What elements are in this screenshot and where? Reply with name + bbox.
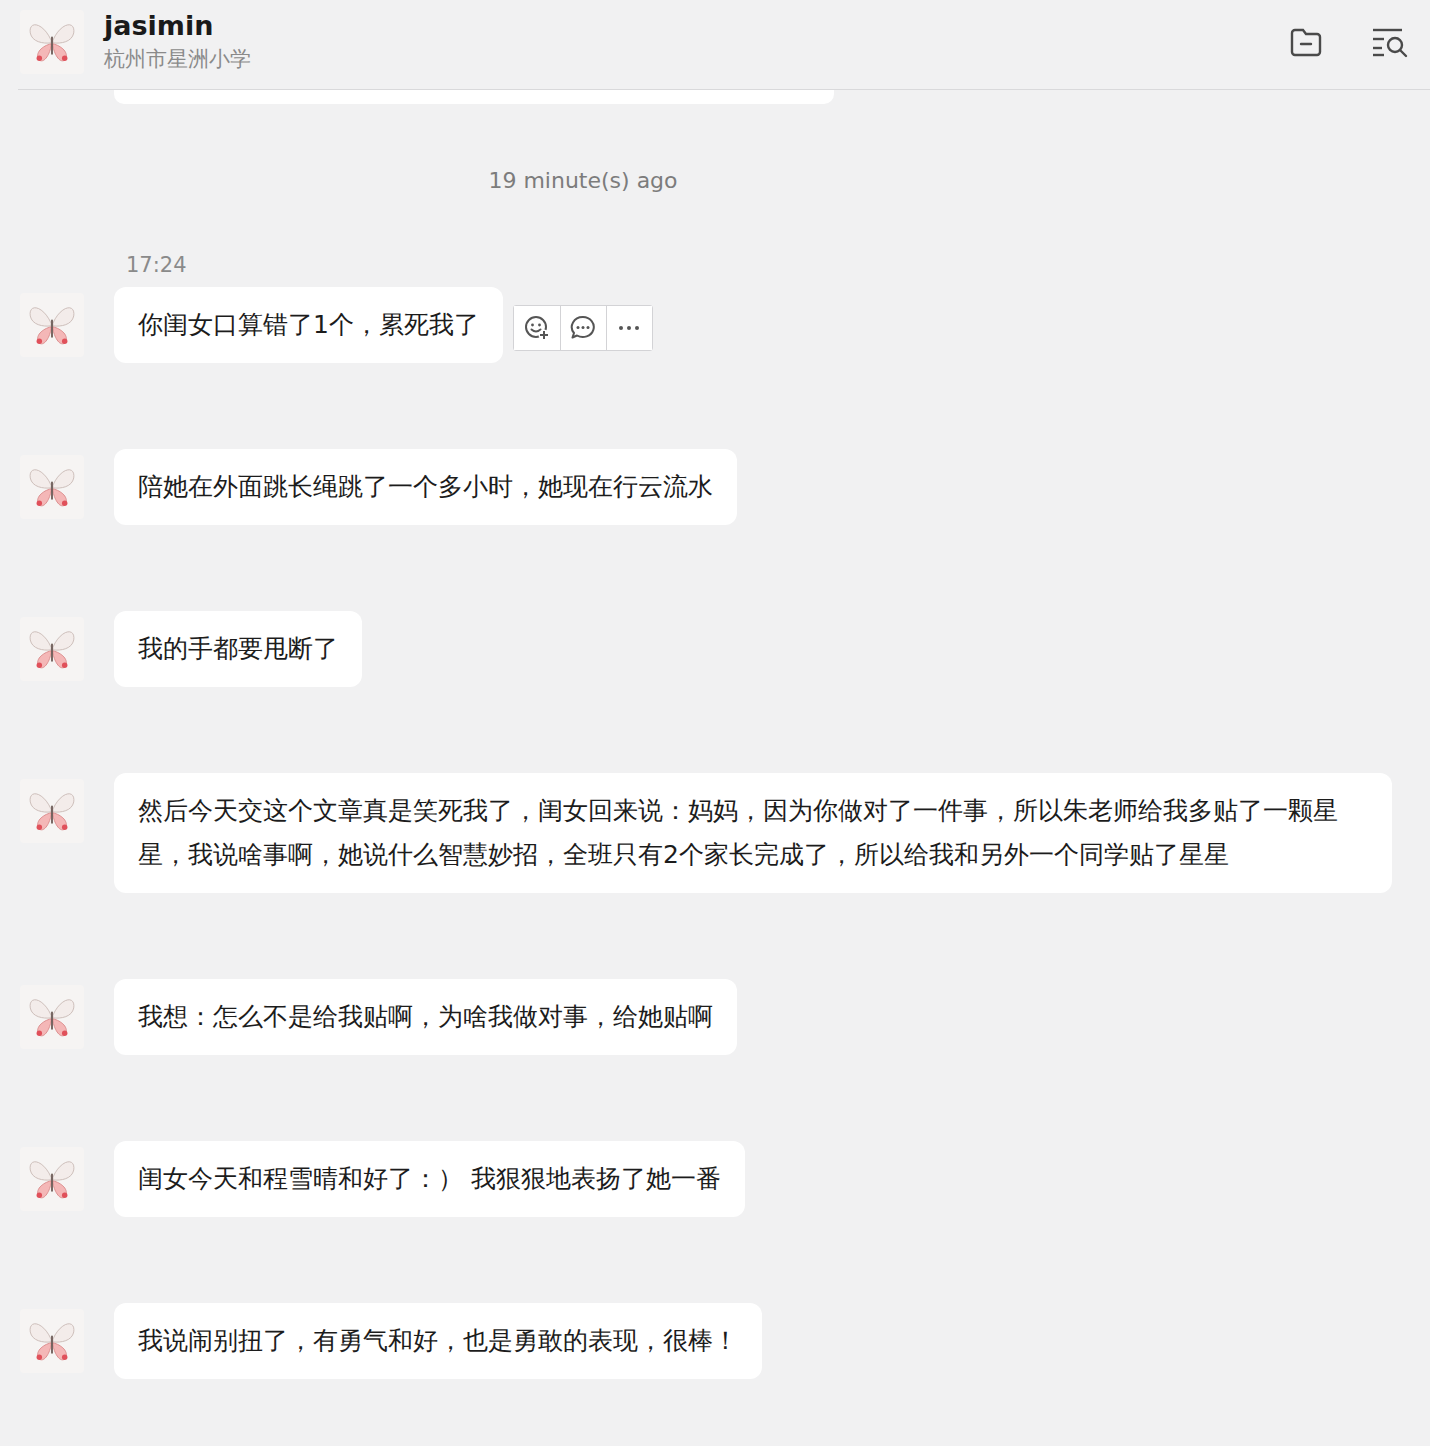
add-reaction-button[interactable] — [514, 306, 560, 350]
message-bubble[interactable]: 我说闹别扭了，有勇气和好，也是勇敢的表现，很棒！ — [114, 1303, 762, 1379]
previous-message-bubble — [114, 90, 834, 104]
message-bubble[interactable]: 我想：怎么不是给我贴啊，为啥我做对事，给她贴啊 — [114, 979, 737, 1055]
butterfly-avatar-icon[interactable] — [20, 293, 84, 357]
more-button[interactable] — [606, 306, 652, 350]
message-list: 19 minute(s) ago 17:24 你闺女口算错了1个，累死我了陪她在外面… — [0, 90, 1430, 1399]
chat-title: jasimin 杭州市星洲小学 — [104, 10, 1288, 73]
message-timestamp: 17:24 — [126, 253, 1394, 277]
message-row: 我说闹别扭了，有勇气和好，也是勇敢的表现，很棒！ — [20, 1303, 1394, 1379]
message-bubble[interactable]: 闺女今天和程雪晴和好了：） 我狠狠地表扬了她一番 — [114, 1141, 745, 1217]
message-bubble[interactable]: 我的手都要甩断了 — [114, 611, 362, 687]
emoji-add-icon — [523, 314, 551, 342]
butterfly-avatar-icon[interactable] — [20, 1309, 84, 1373]
butterfly-avatar-icon[interactable] — [20, 455, 84, 519]
message-row: 你闺女口算错了1个，累死我了 — [20, 287, 1394, 363]
folder-icon[interactable] — [1288, 24, 1324, 60]
message-row: 陪她在外面跳长绳跳了一个多小时，她现在行云流水 — [20, 449, 1394, 525]
message-actions — [513, 305, 653, 351]
butterfly-avatar-icon[interactable] — [20, 985, 84, 1049]
contact-organization: 杭州市星洲小学 — [104, 45, 1288, 73]
more-icon — [615, 314, 643, 342]
header-actions — [1288, 24, 1410, 60]
search-history-icon[interactable] — [1370, 24, 1410, 60]
message-row: 我想：怎么不是给我贴啊，为啥我做对事，给她贴啊 — [20, 979, 1394, 1055]
message-row: 闺女今天和程雪晴和好了：） 我狠狠地表扬了她一番 — [20, 1141, 1394, 1217]
message-row: 我的手都要甩断了 — [20, 611, 1394, 687]
butterfly-avatar-icon[interactable] — [20, 617, 84, 681]
butterfly-avatar-icon[interactable] — [20, 1147, 84, 1211]
message-bubble[interactable]: 陪她在外面跳长绳跳了一个多小时，她现在行云流水 — [114, 449, 737, 525]
chat-header: jasimin 杭州市星洲小学 — [18, 0, 1430, 90]
butterfly-avatar-icon[interactable] — [20, 10, 84, 74]
reply-button[interactable] — [560, 306, 606, 350]
time-divider: 19 minute(s) ago — [0, 168, 1358, 193]
message-bubble[interactable]: 然后今天交这个文章真是笑死我了，闺女回来说：妈妈，因为你做对了一件事，所以朱老师… — [114, 773, 1392, 893]
butterfly-avatar-icon[interactable] — [20, 779, 84, 843]
chat-window: jasimin 杭州市星洲小学 19 minute(s) ago 17:24 你闺女口算… — [0, 0, 1430, 1446]
message-bubble[interactable]: 你闺女口算错了1个，累死我了 — [114, 287, 503, 363]
message-row: 然后今天交这个文章真是笑死我了，闺女回来说：妈妈，因为你做对了一件事，所以朱老师… — [20, 773, 1394, 893]
contact-name: jasimin — [104, 10, 1288, 41]
comment-icon — [569, 314, 597, 342]
